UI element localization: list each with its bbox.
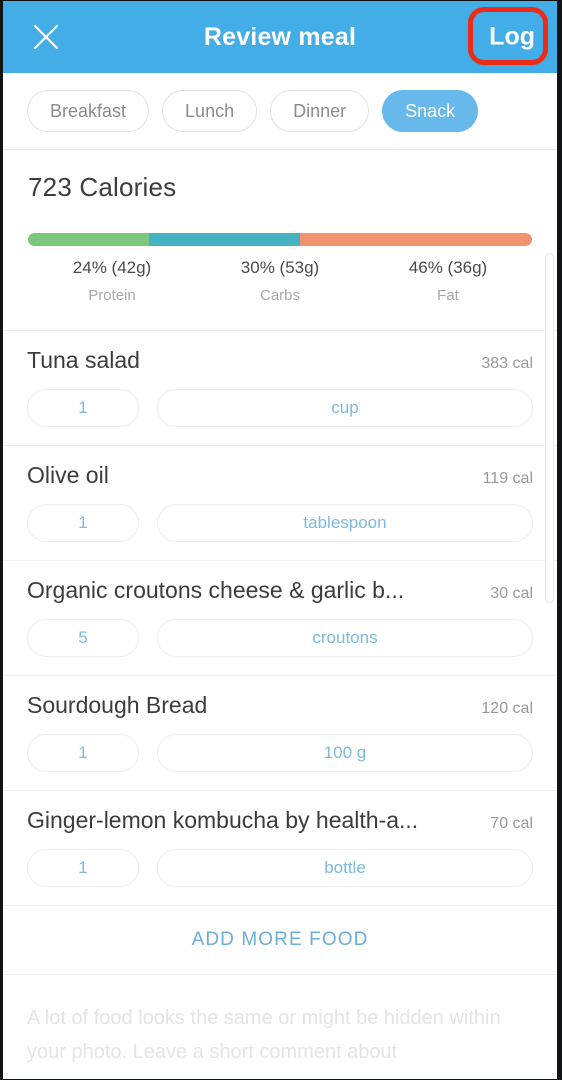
close-icon[interactable] [27,18,65,56]
food-item-name: Olive oil [27,462,109,488]
log-button[interactable]: Log [481,21,543,54]
macro-carbs: 30% (53g) Carbs [196,258,364,304]
macro-fat-value: 46% (36g) [408,258,488,277]
macro-distribution-bar [28,233,532,246]
food-list: Tuna salad 383 cal 1 cup Olive oil 119 c… [3,330,557,905]
food-item-row: Tuna salad 383 cal 1 cup [3,330,557,445]
food-item-name: Ginger-lemon kombucha by health-a... [27,807,419,833]
nutrition-summary: 723 Calories 24% (42g) Protein 30% (53g)… [3,150,557,330]
food-item-header: Organic croutons cheese & garlic b... 30… [27,577,533,604]
comment-hint-text: A lot of food looks the same or might be… [27,1007,501,1063]
unit-input[interactable]: bottle [157,849,533,887]
tab-breakfast[interactable]: Breakfast [27,90,150,132]
app-header: Review meal Log [3,1,557,73]
food-item-name: Sourdough Bread [27,692,208,718]
macro-carbs-value: 30% (53g) [240,258,320,277]
food-item-calories: 383 cal [481,355,533,372]
add-more-food-button[interactable]: ADD MORE FOOD [3,905,557,975]
macro-protein-value: 24% (42g) [72,258,152,277]
unit-input[interactable]: cup [157,389,533,427]
macro-segment-protein [28,233,149,246]
scrollbar-thumb[interactable] [545,253,554,603]
quantity-input[interactable]: 1 [27,734,139,772]
macro-labels: 24% (42g) Protein 30% (53g) Carbs 46% (3… [28,258,532,304]
total-calories: 723 Calories [28,172,177,202]
food-item-row: Olive oil 119 cal 1 tablespoon [3,445,557,560]
macro-protein: 24% (42g) Protein [28,258,196,304]
unit-input[interactable]: croutons [157,619,533,657]
food-item-header: Olive oil 119 cal [27,462,533,489]
quantity-input[interactable]: 1 [27,504,139,542]
page-title: Review meal [203,22,357,51]
food-item-inputs: 1 100 g [27,734,533,772]
food-item-inputs: 1 bottle [27,849,533,887]
macro-segment-fat [300,233,532,246]
food-item-inputs: 1 tablespoon [27,504,533,542]
food-item-inputs: 5 croutons [27,619,533,657]
food-item-calories: 119 cal [482,470,533,487]
food-item-row: Sourdough Bread 120 cal 1 100 g [3,675,557,790]
unit-input[interactable]: tablespoon [157,504,533,542]
food-item-inputs: 1 cup [27,389,533,427]
food-item-calories: 70 cal [490,815,533,832]
unit-input[interactable]: 100 g [157,734,533,772]
food-item-name: Tuna salad [27,347,140,373]
meal-type-tabs: Breakfast Lunch Dinner Snack [3,73,557,150]
food-item-row: Organic croutons cheese & garlic b... 30… [3,560,557,675]
food-item-calories: 120 cal [481,700,533,717]
macro-carbs-label: Carbs [259,287,300,304]
quantity-input[interactable]: 1 [27,389,139,427]
food-item-row: Ginger-lemon kombucha by health-a... 70 … [3,790,557,905]
phone-screen: Review meal Log Breakfast Lunch Dinner S… [0,0,562,1080]
tab-dinner[interactable]: Dinner [270,90,370,132]
macro-protein-label: Protein [88,287,136,304]
food-item-calories: 30 cal [490,585,533,602]
macro-segment-carbs [148,233,301,246]
quantity-input[interactable]: 1 [27,849,139,887]
food-item-name: Organic croutons cheese & garlic b... [27,577,405,603]
meal-scroll-area[interactable]: 723 Calories 24% (42g) Protein 30% (53g)… [3,150,557,1079]
tab-snack[interactable]: Snack [382,90,479,132]
macro-fat: 46% (36g) Fat [364,258,532,304]
macro-fat-label: Fat [437,287,459,304]
food-item-header: Ginger-lemon kombucha by health-a... 70 … [27,807,533,834]
quantity-input[interactable]: 5 [27,619,139,657]
tab-lunch[interactable]: Lunch [162,90,258,132]
food-item-header: Tuna salad 383 cal [27,347,533,374]
food-item-header: Sourdough Bread 120 cal [27,692,533,719]
